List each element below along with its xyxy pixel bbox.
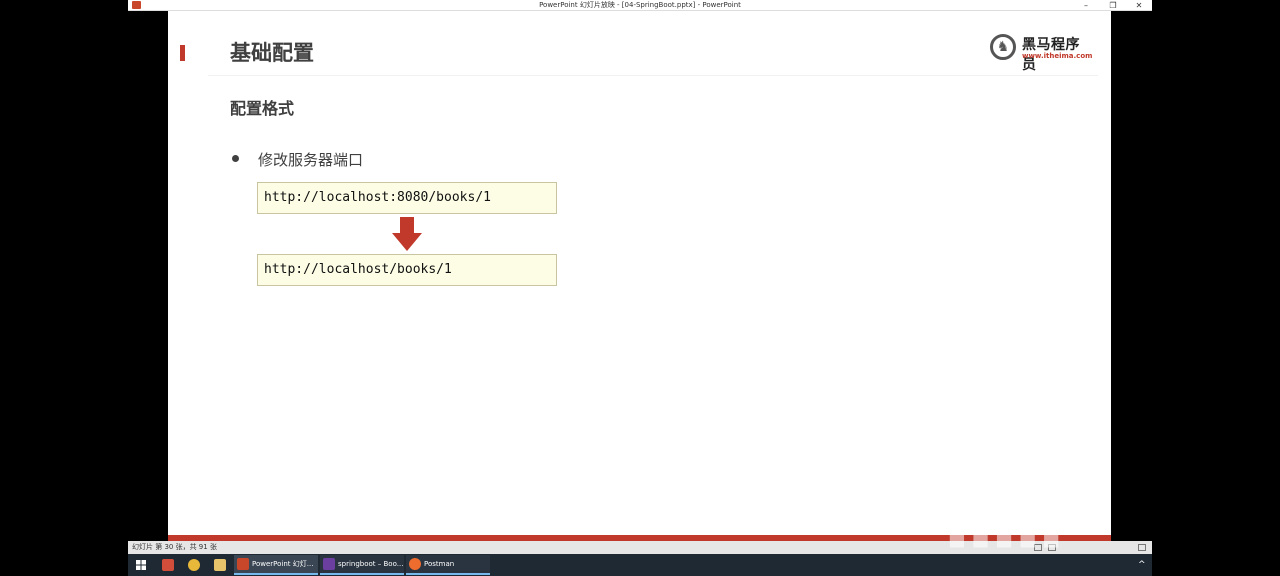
minimize-button[interactable]: – [1075, 0, 1097, 11]
chrome-icon[interactable] [188, 559, 200, 571]
itheima-logo: ♞ 黑马程序员 www.itheima.com [990, 33, 1093, 73]
intellij-icon [323, 558, 335, 570]
taskbar-item-powerpoint[interactable]: PowerPoint 幻灯... [234, 555, 318, 575]
url-before-box: http://localhost:8080/books/1 [257, 182, 557, 214]
taskbar-item-label: PowerPoint 幻灯... [252, 560, 314, 568]
arrow-down-icon [392, 217, 422, 251]
file-explorer-icon[interactable] [214, 559, 226, 571]
slide-counter: 幻灯片 第 30 张，共 91 张 [132, 543, 217, 551]
taskbar-item-postman[interactable]: Postman [406, 555, 490, 575]
url-after-box: http://localhost/books/1 [257, 254, 557, 286]
logo-url: www.itheima.com [1022, 52, 1093, 60]
close-button[interactable]: ✕ [1128, 0, 1150, 11]
slide-title: 基础配置 [230, 41, 314, 65]
watermark-logo: ▇ ▆ ▇ ▅ ▇ [950, 527, 1061, 548]
taskbar-item-label: Postman [424, 560, 455, 568]
window-title: PowerPoint 幻灯片放映 - [04-SpringBoot.pptx] … [539, 1, 741, 9]
slide-canvas[interactable]: 基础配置 ♞ 黑马程序员 www.itheima.com 配置格式 修改服务器端… [168, 11, 1111, 541]
itheima-logo-icon: ♞ [990, 34, 1016, 60]
tray-chevron-icon[interactable]: ^ [1138, 554, 1146, 576]
bullet-dot [232, 155, 239, 162]
app-shortcut-icon[interactable] [162, 559, 174, 571]
postman-icon [409, 558, 421, 570]
slide-subtitle: 配置格式 [230, 99, 295, 118]
slideshow-icon[interactable] [1138, 544, 1146, 551]
taskbar-item-intellij[interactable]: springboot – Boo... [320, 555, 404, 575]
title-divider [208, 75, 1098, 76]
window-titlebar: PowerPoint 幻灯片放映 - [04-SpringBoot.pptx] … [128, 0, 1152, 11]
title-accent-bar [180, 45, 185, 61]
taskbar: PowerPoint 幻灯... springboot – Boo... Pos… [128, 554, 1152, 576]
taskbar-item-label: springboot – Boo... [338, 560, 404, 568]
windows-start-icon[interactable] [136, 560, 146, 570]
restore-button[interactable]: ❐ [1102, 0, 1124, 11]
powerpoint-icon [237, 558, 249, 570]
bullet-text: 修改服务器端口 [258, 151, 364, 169]
